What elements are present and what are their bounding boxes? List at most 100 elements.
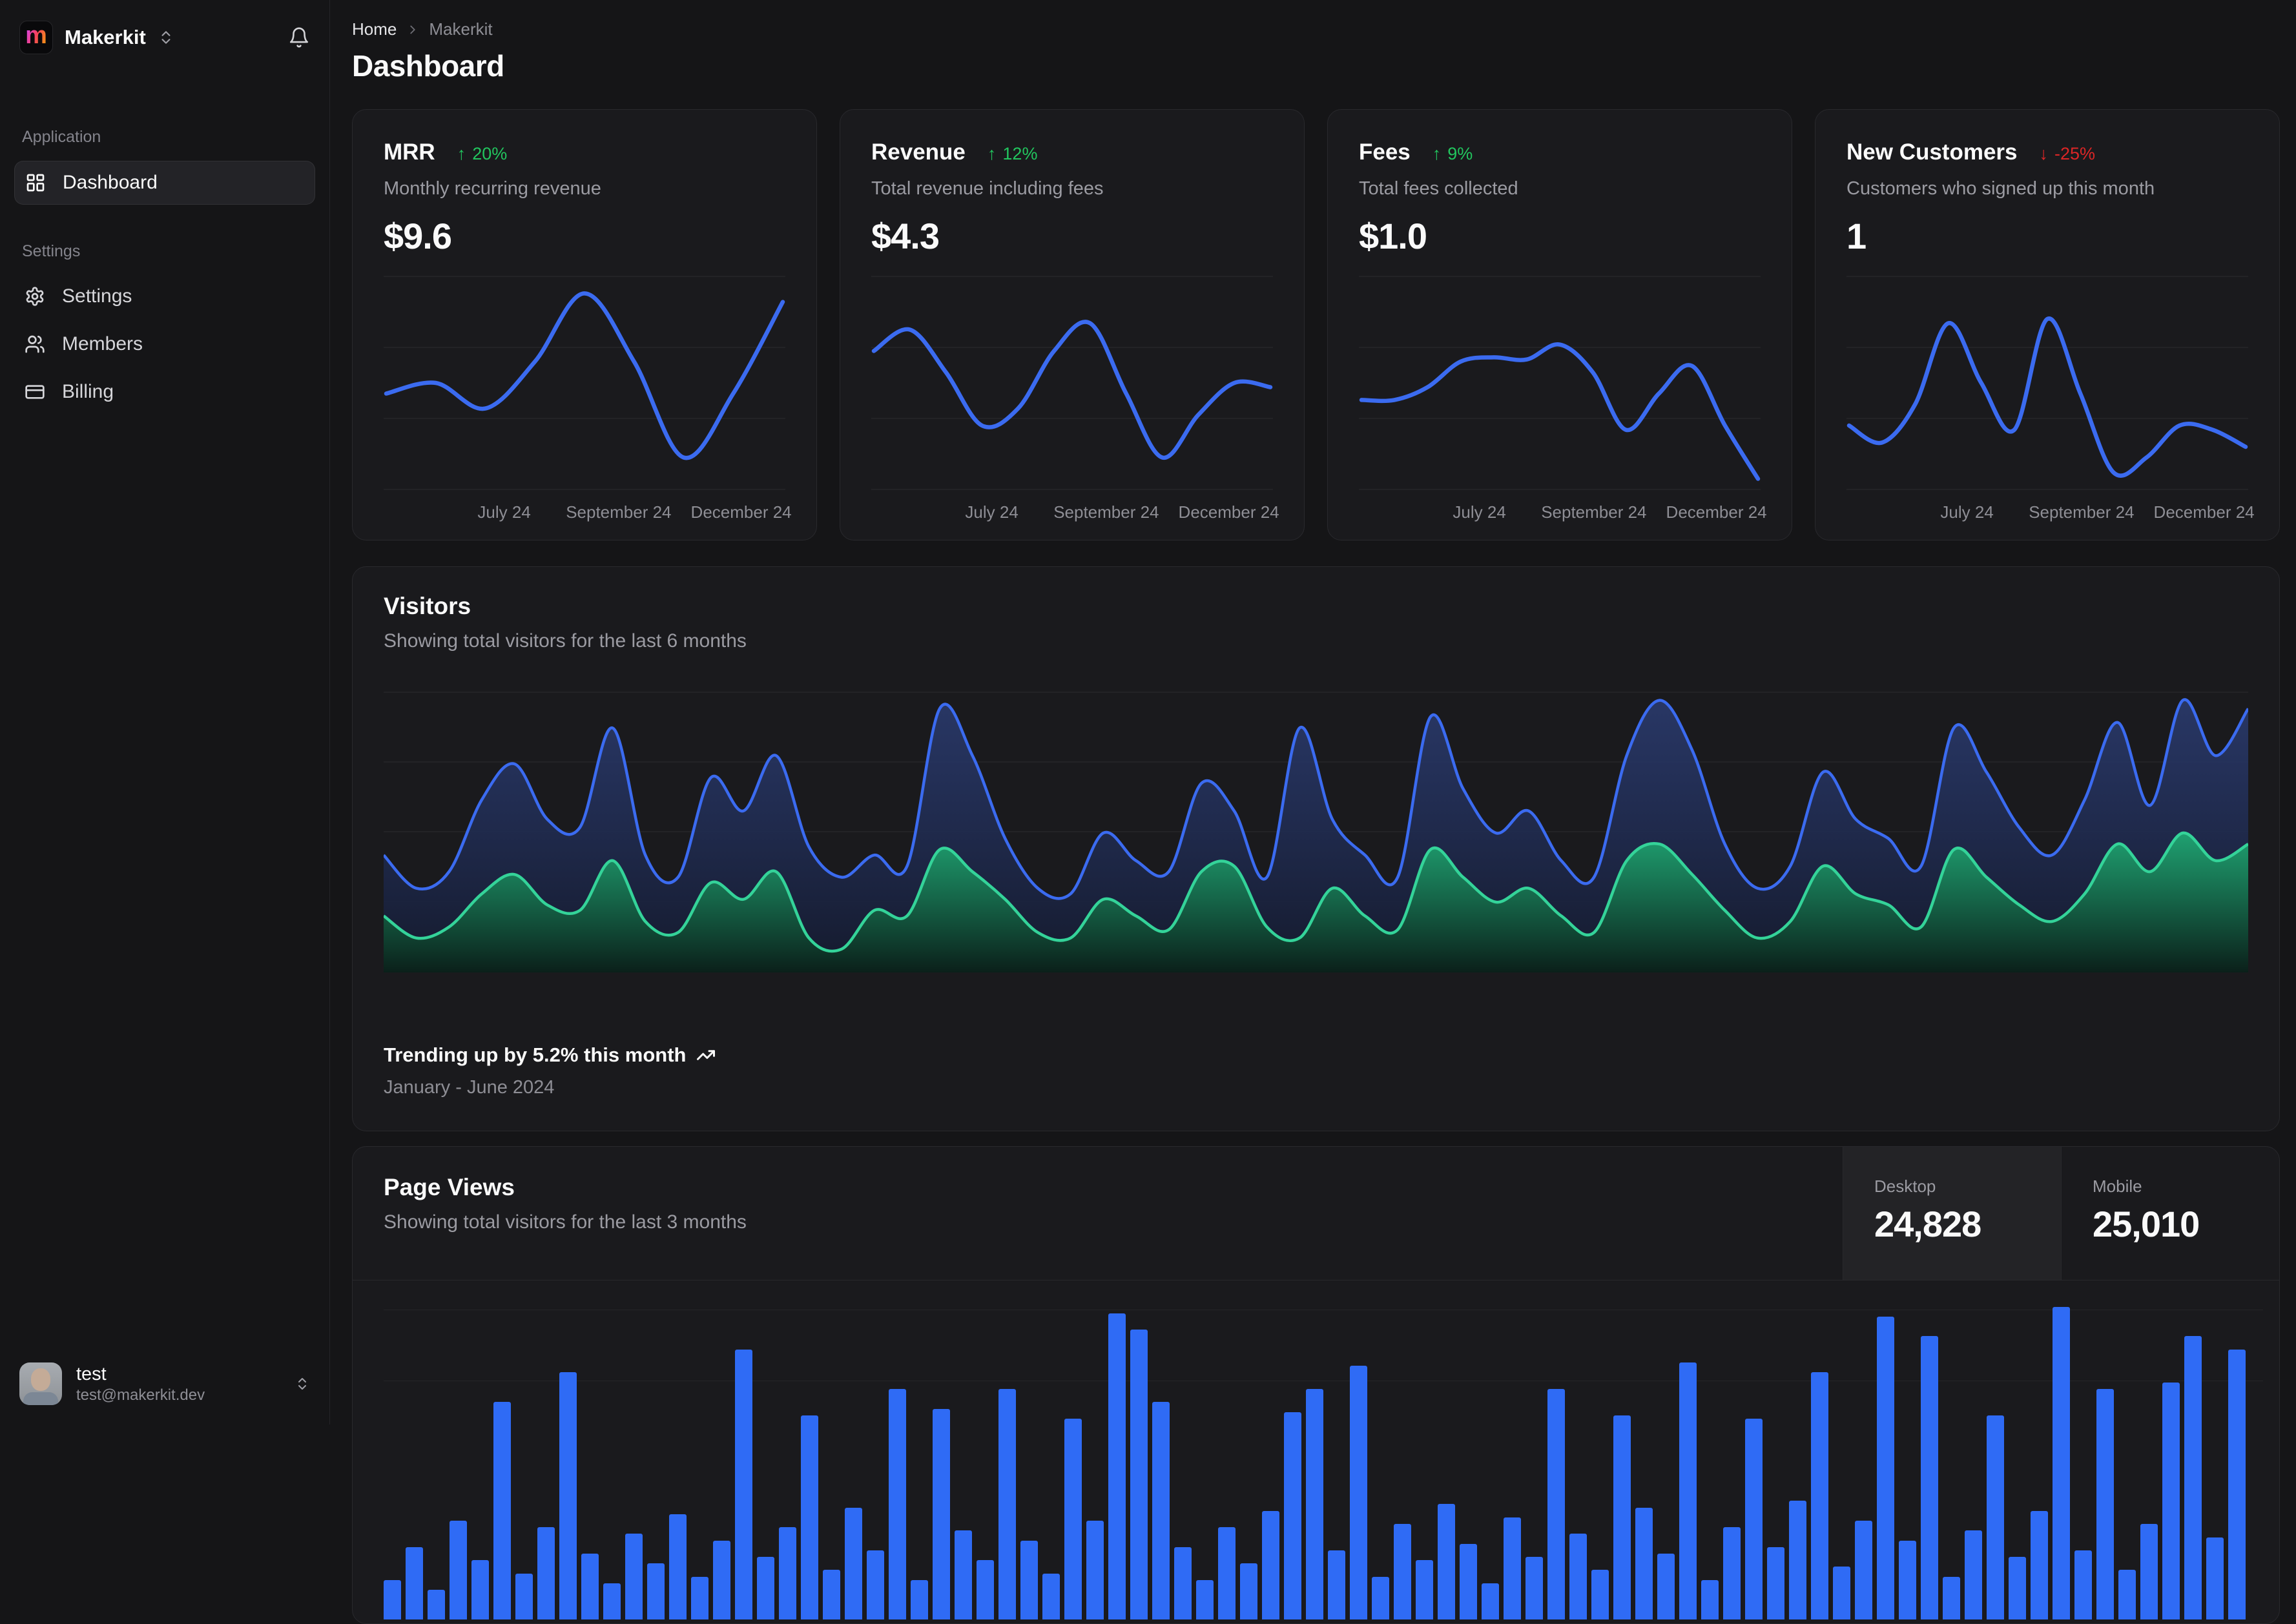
breadcrumb-current: Makerkit bbox=[429, 19, 493, 39]
chevrons-up-down-icon bbox=[295, 1376, 310, 1392]
stat-change-badge: ↓ -25% bbox=[2039, 144, 2096, 163]
stat-subtitle: Total fees collected bbox=[1359, 178, 1518, 199]
breadcrumb-home-link[interactable]: Home bbox=[352, 19, 397, 39]
arrow-up-icon: ↑ bbox=[987, 144, 997, 163]
bar bbox=[1921, 1336, 1938, 1619]
stat-change-badge: ↑ 9% bbox=[1432, 144, 1473, 163]
sidebar-item-members[interactable]: Members bbox=[14, 323, 315, 365]
visitors-area-chart bbox=[384, 692, 2248, 972]
stat-value: $9.6 bbox=[384, 216, 452, 256]
bar bbox=[450, 1521, 467, 1619]
bar bbox=[1723, 1527, 1741, 1619]
sidebar-item-settings[interactable]: Settings bbox=[14, 275, 315, 318]
bar bbox=[1240, 1563, 1257, 1619]
bar bbox=[1130, 1330, 1148, 1619]
logo-letter: m bbox=[25, 22, 47, 49]
sparkline-chart: July 24 September 24 December 24 bbox=[871, 272, 1279, 529]
notifications-bell-icon[interactable] bbox=[288, 26, 310, 48]
bar bbox=[1306, 1389, 1323, 1619]
sidebar-item-label: Members bbox=[62, 333, 143, 355]
toggle-desktop[interactable]: Desktop 24,828 bbox=[1843, 1147, 2061, 1280]
toggle-desktop-value: 24,828 bbox=[1874, 1204, 1981, 1244]
user-name: test bbox=[76, 1363, 107, 1384]
trending-up-icon bbox=[696, 1045, 716, 1065]
bar bbox=[823, 1570, 840, 1619]
user-avatar bbox=[19, 1362, 62, 1405]
bar bbox=[1394, 1524, 1411, 1619]
bar bbox=[1086, 1521, 1104, 1619]
bar bbox=[428, 1590, 445, 1619]
bar bbox=[2118, 1570, 2136, 1619]
stat-change-badge: ↑ 12% bbox=[987, 144, 1038, 163]
users-icon bbox=[25, 334, 45, 355]
bar bbox=[1262, 1511, 1279, 1619]
stat-card-revenue: Revenue ↑ 12% Total revenue including fee… bbox=[840, 109, 1305, 540]
visitors-trend-text: Trending up by 5.2% this month bbox=[384, 1043, 687, 1066]
arrow-down-icon: ↓ bbox=[2039, 144, 2049, 163]
bar bbox=[2140, 1524, 2158, 1619]
sidebar-item-billing[interactable]: Billing bbox=[14, 371, 315, 413]
bar bbox=[581, 1554, 599, 1619]
bar bbox=[471, 1560, 489, 1619]
nav-section-application: Application bbox=[22, 128, 101, 146]
chevrons-up-down-icon bbox=[158, 29, 174, 46]
bar bbox=[2228, 1350, 2246, 1619]
bar bbox=[691, 1577, 708, 1619]
sparkline-chart: July 24 September 24 December 24 bbox=[1359, 272, 1767, 529]
bar bbox=[537, 1527, 555, 1619]
stat-value: $4.3 bbox=[871, 216, 940, 256]
bar bbox=[1064, 1419, 1082, 1619]
bar bbox=[1701, 1580, 1719, 1619]
bar bbox=[384, 1580, 401, 1619]
sparkline-chart: July 24 September 24 December 24 bbox=[384, 272, 792, 529]
bar bbox=[1372, 1577, 1389, 1619]
bar bbox=[1152, 1402, 1170, 1619]
stat-change-badge: ↑ 20% bbox=[457, 144, 508, 163]
user-email: test@makerkit.dev bbox=[76, 1386, 205, 1404]
bar bbox=[1943, 1577, 1960, 1619]
visitors-footer: Trending up by 5.2% this month January -… bbox=[384, 1043, 2248, 1098]
bar bbox=[1657, 1554, 1675, 1619]
sidebar-item-dashboard[interactable]: Dashboard bbox=[14, 161, 315, 205]
visitors-subtitle: Showing total visitors for the last 6 mo… bbox=[384, 630, 747, 652]
bar bbox=[757, 1557, 774, 1619]
sidebar-item-label: Billing bbox=[62, 381, 114, 402]
bar bbox=[2184, 1336, 2202, 1619]
stat-value: 1 bbox=[1846, 216, 1867, 256]
gear-icon bbox=[25, 286, 45, 307]
bar bbox=[977, 1560, 994, 1619]
page-views-card: Page Views Showing total visitors for th… bbox=[352, 1146, 2280, 1624]
bar bbox=[1899, 1541, 1916, 1619]
bar bbox=[2162, 1382, 2180, 1619]
bar bbox=[801, 1415, 818, 1619]
makerkit-logo: m bbox=[19, 21, 53, 54]
bar bbox=[998, 1389, 1016, 1619]
bar bbox=[1569, 1534, 1587, 1619]
stat-value: $1.0 bbox=[1359, 216, 1427, 256]
toggle-desktop-label: Desktop bbox=[1874, 1177, 1936, 1196]
bar bbox=[1460, 1544, 1477, 1619]
bar bbox=[2031, 1511, 2048, 1619]
bar bbox=[2096, 1389, 2114, 1619]
bar bbox=[955, 1530, 972, 1619]
sparkline-chart: July 24 September 24 December 24 bbox=[1846, 272, 2255, 529]
visitors-title: Visitors bbox=[384, 593, 471, 619]
bar bbox=[2074, 1550, 2092, 1619]
bar bbox=[779, 1527, 796, 1619]
layout-dashboard-icon bbox=[25, 172, 46, 193]
arrow-up-icon: ↑ bbox=[457, 144, 466, 163]
stat-title: New Customers bbox=[1846, 139, 2018, 165]
user-menu[interactable]: test test@makerkit.dev bbox=[14, 1359, 315, 1409]
stat-card-new-customers: New Customers ↓ -25% Customers who signed… bbox=[1815, 109, 2280, 540]
page-views-bar-chart bbox=[384, 1290, 2263, 1619]
bar bbox=[1591, 1570, 1609, 1619]
toggle-mobile[interactable]: Mobile 25,010 bbox=[2061, 1147, 2279, 1280]
bar bbox=[1438, 1504, 1455, 1619]
bar bbox=[1042, 1574, 1060, 1619]
workspace-selector[interactable]: m Makerkit bbox=[14, 18, 315, 57]
stat-card-mrr: MRR ↑ 20% Monthly recurring revenue $9.6 … bbox=[352, 109, 817, 540]
stat-card-fees: Fees ↑ 9% Total fees collected $1.0 July … bbox=[1327, 109, 1792, 540]
workspace-name: Makerkit bbox=[65, 26, 146, 48]
stat-subtitle: Monthly recurring revenue bbox=[384, 178, 601, 199]
sidebar-item-label: Dashboard bbox=[63, 172, 158, 193]
